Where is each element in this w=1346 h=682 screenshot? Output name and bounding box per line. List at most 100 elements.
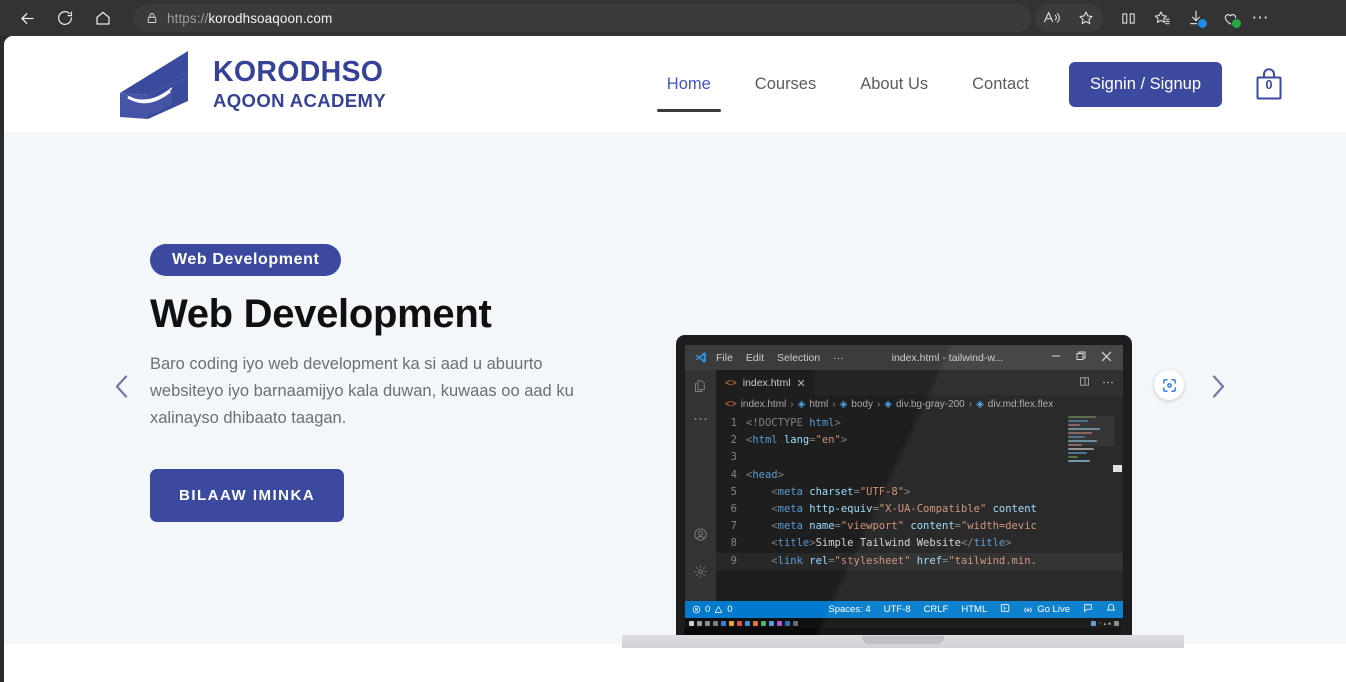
visual-search-icon — [1162, 378, 1176, 392]
star-icon[interactable] — [1069, 3, 1103, 33]
laptop-illustration: File Edit Selection ··· index.html - tai… — [622, 335, 1184, 657]
code-text: <meta charset="UTF-8"> — [771, 485, 911, 498]
taskbar-app-icon[interactable] — [721, 621, 726, 626]
breadcrumb-separator: › — [790, 399, 794, 410]
breadcrumb-item-file[interactable]: index.html — [741, 399, 787, 410]
breadcrumb-separator: › — [876, 399, 881, 410]
browser-toolbar: https://korodhsoaqoon.com ⋯ — [0, 0, 1346, 36]
menu-edit[interactable]: Edit — [746, 352, 764, 364]
code-text: <html lang="en"> — [746, 434, 848, 447]
site-logo[interactable]: KORODHSO AQOON ACADEMY — [114, 47, 386, 121]
taskbar-app-icon[interactable] — [769, 621, 774, 626]
tray-label: ^ ▲ ■ — [1099, 621, 1111, 626]
status-spaces[interactable]: Spaces: 4 — [828, 604, 870, 615]
account-icon[interactable] — [693, 527, 708, 542]
visual-search-button[interactable] — [1154, 370, 1184, 400]
chevron-right-icon — [1212, 375, 1225, 398]
read-aloud-icon[interactable] — [1035, 3, 1069, 33]
line-number: 2 — [730, 434, 737, 447]
editor-scrollbar[interactable] — [1113, 465, 1122, 472]
collections-icon[interactable] — [1145, 3, 1179, 33]
port-forward-icon[interactable] — [1000, 603, 1010, 616]
status-language[interactable]: HTML — [961, 604, 987, 615]
vscode-logo-icon — [694, 351, 707, 364]
broadcast-icon — [1024, 606, 1032, 613]
taskbar-app-icon[interactable] — [777, 621, 782, 626]
split-screen-icon[interactable] — [1111, 3, 1145, 33]
bell-icon[interactable] — [1106, 603, 1116, 616]
graduation-cap-mark-icon — [120, 51, 188, 119]
hero-content: Web Development Web Development Baro cod… — [4, 244, 574, 531]
menu-selection[interactable]: Selection — [777, 352, 820, 364]
nav-item-home[interactable]: Home — [645, 69, 733, 112]
nav-item-contact[interactable]: Contact — [950, 69, 1051, 100]
more-actions-icon[interactable] — [1102, 376, 1114, 390]
status-eol[interactable]: CRLF — [924, 604, 949, 615]
code-line: 7 <meta name="viewport" content="width=d… — [716, 518, 1123, 535]
tray-icon[interactable] — [1091, 621, 1097, 626]
breadcrumb-item-div-bg[interactable]: div.bg-gray-200 — [896, 399, 965, 410]
nav-item-courses[interactable]: Courses — [733, 69, 838, 100]
taskbar-app-icon[interactable] — [729, 621, 734, 626]
taskbar-search-icon[interactable] — [697, 621, 702, 626]
editor-title-bar: File Edit Selection ··· index.html - tai… — [685, 345, 1123, 370]
menu-file[interactable]: File — [716, 352, 733, 364]
settings-gear-icon[interactable] — [693, 564, 708, 579]
reload-icon[interactable] — [48, 3, 82, 33]
ellipsis-icon[interactable]: ⋯ — [1247, 8, 1273, 28]
cart-count: 0 — [1265, 78, 1273, 92]
back-arrow-icon[interactable] — [10, 3, 44, 33]
essentials-status-badge — [1231, 18, 1242, 29]
taskbar-taskview-icon[interactable] — [705, 621, 710, 626]
taskbar-app-icon[interactable] — [745, 621, 750, 626]
code-line: 9 <link rel="stylesheet" href="tailwind.… — [716, 552, 1123, 570]
taskbar-start-icon[interactable] — [689, 621, 694, 626]
carousel-prev-button[interactable] — [108, 369, 136, 408]
taskbar-app-icon[interactable] — [761, 621, 766, 626]
downloads-icon[interactable] — [1179, 3, 1213, 33]
status-encoding[interactable]: UTF-8 — [884, 604, 911, 615]
breadcrumb-item-html[interactable]: html — [809, 399, 828, 410]
minimize-icon[interactable] — [1051, 351, 1061, 364]
tray-icon[interactable] — [1114, 621, 1119, 626]
signin-signup-button[interactable]: Signin / Signup — [1069, 61, 1222, 107]
menu-overflow-icon[interactable]: ··· — [833, 352, 844, 364]
browser-toolbar-actions: ⋯ — [1035, 3, 1273, 33]
taskbar-app-icon[interactable] — [793, 621, 798, 626]
hero-title: Web Development — [150, 292, 492, 337]
taskbar-app-icon[interactable] — [753, 621, 758, 626]
editor-code-area[interactable]: 1 <!DOCTYPE html> 2 <html lang="en"> 3 4 <head… — [716, 414, 1123, 570]
close-icon[interactable]: ✕ — [797, 377, 806, 390]
status-warning-count: 0 — [727, 604, 733, 615]
status-problems[interactable]: 0 0 — [692, 604, 733, 615]
editor-minimap[interactable] — [1068, 416, 1114, 482]
editor-tab-index-html[interactable]: <> index.html ✕ — [716, 370, 815, 395]
editor-status-bar: 0 0 Spaces: 4 UTF-8 CRLF HTML Go Live — [685, 601, 1123, 618]
taskbar-widgets-icon[interactable] — [713, 621, 718, 626]
feedback-icon[interactable] — [1083, 603, 1093, 616]
breadcrumb-item-body[interactable]: body — [851, 399, 873, 410]
address-bar[interactable]: https://korodhsoaqoon.com — [134, 4, 1031, 32]
code-line: 1 <!DOCTYPE html> — [716, 415, 1123, 432]
minimap-slider[interactable] — [1068, 416, 1114, 446]
lock-icon — [146, 11, 158, 25]
breadcrumb-item-div-flex[interactable]: div.md:flex.flex — [988, 399, 1053, 410]
more-views-icon[interactable] — [693, 416, 708, 422]
code-line: 8 <title>Simple Tailwind Website</title> — [716, 535, 1123, 552]
explorer-icon[interactable] — [693, 379, 708, 394]
split-editor-icon[interactable] — [1079, 376, 1090, 390]
home-icon[interactable] — [86, 3, 120, 33]
cart-button[interactable]: 0 — [1252, 65, 1286, 103]
taskbar-app-icon[interactable] — [737, 621, 742, 626]
close-icon[interactable] — [1101, 351, 1112, 365]
taskbar-app-icon[interactable] — [785, 621, 790, 626]
editor-tab-actions — [1079, 376, 1123, 390]
hero-cta-button[interactable]: BILAAW IMINKA — [150, 468, 345, 522]
nav-item-about-us[interactable]: About Us — [838, 69, 950, 100]
carousel-next-button[interactable] — [1204, 369, 1232, 408]
status-go-live[interactable]: Go Live — [1023, 604, 1070, 615]
restore-icon[interactable] — [1076, 351, 1086, 364]
symbol-icon: ◈ — [884, 399, 892, 410]
address-bar-text: https://korodhsoaqoon.com — [167, 10, 333, 26]
browser-essentials-icon[interactable] — [1213, 3, 1247, 33]
